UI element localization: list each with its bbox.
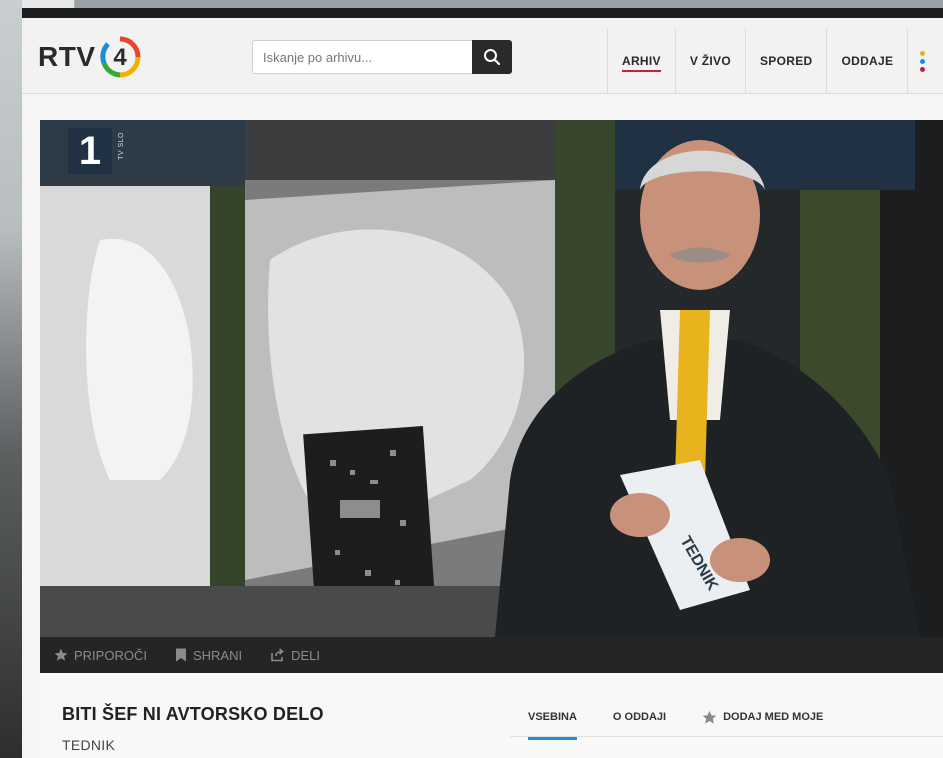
search-button[interactable] [472,40,512,74]
main-nav: ARHIV V ŽIVO SPORED ODDAJE [607,28,937,94]
save-label: SHRANI [192,647,243,663]
tab-vsebina[interactable]: VSEBINA [510,697,595,740]
search-icon [484,49,501,66]
search-input[interactable] [252,40,474,74]
share-label: DELI [291,647,320,663]
share-button[interactable]: DELI [270,648,320,663]
video-player[interactable]: TEDNIK 1 TV SLO [40,120,943,637]
channel-number: 1 [78,128,102,173]
bookmark-icon [175,648,186,662]
episode-tabs: VSEBINA O ODDAJI DODAJ MED MOJE [510,697,943,740]
search-form [252,40,512,74]
star-icon [54,648,68,661]
video-frame-image: TEDNIK [40,120,943,637]
nav-item-arhiv[interactable]: ARHIV [607,28,675,94]
more-menu-button[interactable] [907,28,937,94]
browser-viewport: RTV 4 ARHIV V ŽIVO [22,8,943,758]
episode-title: BITI ŠEF NI AVTORSKO DELO [62,704,324,724]
nav-item-v-zivo[interactable]: V ŽIVO [674,28,745,94]
nav-item-spored[interactable]: SPORED [744,28,826,94]
more-dot-icon [920,50,926,56]
channel-badge: 1 [68,128,112,174]
desktop-background [0,0,22,758]
episode-info: BITI ŠEF NI AVTORSKO DELO TEDNIK VSEBINA… [40,673,943,758]
logo-number-mark: 4 [98,35,142,79]
logo-number: 4 [113,44,127,71]
tab-add-to-favorites[interactable]: DODAJ MED MOJE [684,697,841,737]
site-header: RTV 4 ARHIV V ŽIVO [22,18,943,94]
logo-text: RTV [38,41,96,72]
recommend-label: PRIPOROČI [74,647,147,663]
nav-item-oddaje[interactable]: ODDAJE [826,28,907,94]
logo-arc-icon: 4 [99,36,140,78]
save-button[interactable]: SHRANI [175,648,242,663]
tab-o-oddaji-label: O ODDAJI [612,711,667,723]
show-name[interactable]: TEDNIK [62,737,115,753]
rtv4-logo[interactable]: RTV 4 [38,35,142,79]
recommend-button[interactable]: PRIPOROČI [54,648,147,663]
tab-vsebina-label: VSEBINA [528,711,577,723]
tab-o-oddaji[interactable]: O ODDAJI [595,697,684,737]
share-icon [271,648,284,662]
browser-top-strip [22,8,943,18]
star-icon [702,710,717,724]
tab-add-to-favorites-label: DODAJ MED MOJE [723,711,824,723]
video-action-bar: PRIPOROČI SHRANI DELI [40,637,943,673]
more-dot-icon [920,66,926,72]
more-dot-icon [920,58,926,64]
channel-sub-label: TV SLO [118,132,125,160]
